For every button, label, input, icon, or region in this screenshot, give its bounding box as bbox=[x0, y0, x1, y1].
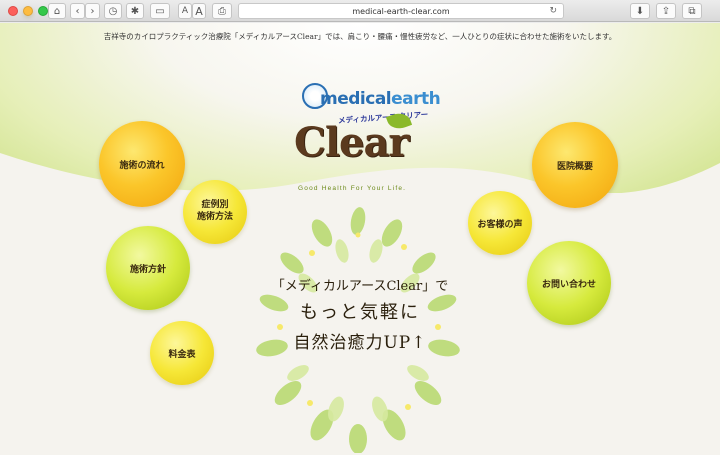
font-decrease-button[interactable]: A bbox=[178, 3, 192, 19]
print-icon[interactable]: ⎙ bbox=[212, 3, 232, 19]
zoom-window-button[interactable] bbox=[38, 6, 48, 16]
nav-policy-label: 施術方針 bbox=[129, 264, 166, 275]
nav-voice-label: お客様の声 bbox=[477, 219, 523, 230]
web-page: 吉祥寺のカイロプラクティック治療院「メディカルアースClear」では、肩こり・腰… bbox=[0, 23, 720, 455]
headline-line3: 自然治癒力UP↑ bbox=[293, 333, 427, 353]
share-icon[interactable]: ⇪ bbox=[656, 3, 676, 19]
downloads-icon[interactable]: ⬇ bbox=[630, 3, 650, 19]
sidebar-bookmarks-icon[interactable]: ✱ bbox=[126, 3, 144, 19]
reload-icon[interactable]: ↻ bbox=[549, 5, 557, 16]
nav-price-label: 料金表 bbox=[168, 349, 196, 360]
nav-price[interactable]: 料金表 bbox=[150, 321, 214, 385]
browser-toolbar: ⌂ ‹ › ◷ ✱ ▭ A A ⎙ medical-earth-clear.co… bbox=[0, 0, 720, 22]
back-icon[interactable]: ‹ bbox=[70, 3, 85, 19]
site-logo[interactable]: medicalearth メディカルアース クリアー Clear Good He… bbox=[280, 79, 441, 199]
headline-line1: 「メディカルアースClear」で bbox=[271, 279, 449, 294]
nav-cases-label-1: 症例別 bbox=[201, 200, 229, 211]
site-tagline: 吉祥寺のカイロプラクティック治療院「メディカルアースClear」では、肩こり・腰… bbox=[103, 32, 617, 41]
history-icon[interactable]: ◷ bbox=[104, 3, 122, 19]
nav-flow-label: 施術の流れ bbox=[119, 160, 165, 171]
font-increase-button[interactable]: A bbox=[192, 3, 206, 19]
nav-contact[interactable]: お問い合わせ bbox=[527, 241, 611, 325]
nav-contact-label: お問い合わせ bbox=[541, 279, 596, 290]
nav-voice[interactable]: お客様の声 bbox=[468, 191, 532, 255]
nav-cases[interactable]: 症例別 施術方法 bbox=[183, 180, 247, 244]
address-bar[interactable]: medical-earth-clear.com ↻ bbox=[238, 3, 564, 19]
nav-flow[interactable]: 施術の流れ bbox=[99, 121, 185, 207]
forward-icon[interactable]: › bbox=[85, 3, 100, 19]
tabs-overview-icon[interactable]: ⧉ bbox=[682, 3, 702, 19]
nav-policy[interactable]: 施術方針 bbox=[106, 226, 190, 310]
headline-line2: もっと気軽に bbox=[300, 302, 420, 323]
nav-about-label: 医院概要 bbox=[556, 161, 593, 172]
nav-about[interactable]: 医院概要 bbox=[532, 122, 618, 208]
logo-medical-earth: medicalearth bbox=[320, 89, 441, 109]
url-text: medical-earth-clear.com bbox=[352, 6, 450, 16]
logo-slogan: Good Health For Your Life. bbox=[298, 185, 407, 192]
minimize-window-button[interactable] bbox=[23, 6, 33, 16]
sidebar-icon[interactable]: ▭ bbox=[150, 3, 170, 19]
home-icon[interactable]: ⌂ bbox=[48, 3, 66, 19]
nav-cases-label-2: 施術方法 bbox=[196, 212, 233, 222]
close-window-button[interactable] bbox=[8, 6, 18, 16]
